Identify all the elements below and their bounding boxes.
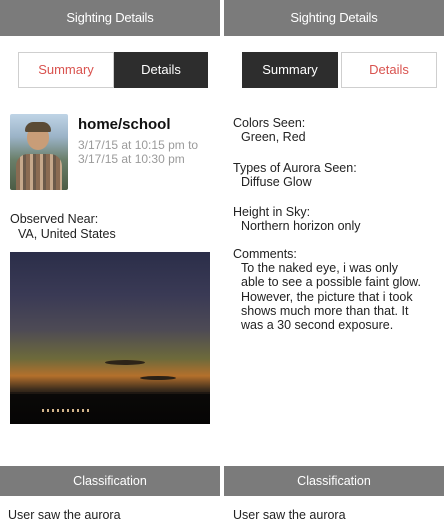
colors-seen-value: Green, Red	[241, 130, 306, 144]
avatar-cap	[25, 122, 51, 132]
left-header-title: Sighting Details	[0, 0, 220, 36]
location-title: home/school	[78, 116, 171, 133]
photo-horizon	[10, 392, 210, 424]
left-tab-summary[interactable]: Summary	[18, 52, 114, 88]
avatar-shirt	[16, 154, 62, 190]
photo-cloud	[140, 376, 176, 380]
left-classification-header: Classification	[0, 466, 220, 496]
comment-line: shows much more than that. It	[241, 303, 409, 318]
aurora-types-label: Types of Aurora Seen:	[233, 161, 357, 175]
left-classification-value: User saw the aurora	[8, 508, 121, 522]
comment-line: was a 30 second exposure.	[241, 318, 394, 333]
right-tab-summary[interactable]: Summary	[242, 52, 338, 88]
height-in-sky-label: Height in Sky:	[233, 205, 311, 219]
right-classification-value: User saw the aurora	[233, 508, 346, 522]
comments-label: Comments:	[233, 247, 297, 261]
sighting-time-end: 3/17/15 at 10:30 pm	[78, 152, 185, 166]
colors-seen-label: Colors Seen:	[233, 116, 306, 130]
observed-near-value: VA, United States	[18, 227, 116, 241]
right-classification-header: Classification	[224, 466, 444, 496]
left-panel: Sighting Details Summary Details home/sc…	[0, 0, 222, 530]
height-in-sky-value: Northern horizon only	[241, 219, 361, 233]
left-tab-group: Summary Details	[18, 52, 208, 88]
comment-line: able to see a possible faint glow.	[241, 275, 421, 290]
aurora-photo[interactable]	[10, 252, 210, 424]
comment-line: To the naked eye, i was only	[241, 261, 399, 275]
photo-town-lights	[42, 409, 90, 412]
right-header-title: Sighting Details	[224, 0, 444, 36]
user-avatar	[10, 114, 68, 190]
photo-cloud	[105, 360, 145, 365]
observed-near-label: Observed Near:	[10, 212, 99, 226]
left-tab-details[interactable]: Details	[114, 52, 208, 88]
comment-line: However, the picture that i took	[241, 289, 413, 304]
right-tab-details[interactable]: Details	[341, 52, 437, 88]
comments-text: To the naked eye, i was only able to see…	[241, 261, 441, 332]
aurora-types-value: Diffuse Glow	[241, 175, 312, 189]
sighting-time-start: 3/17/15 at 10:15 pm to	[78, 138, 199, 152]
right-tab-group: Summary Details	[242, 52, 437, 88]
